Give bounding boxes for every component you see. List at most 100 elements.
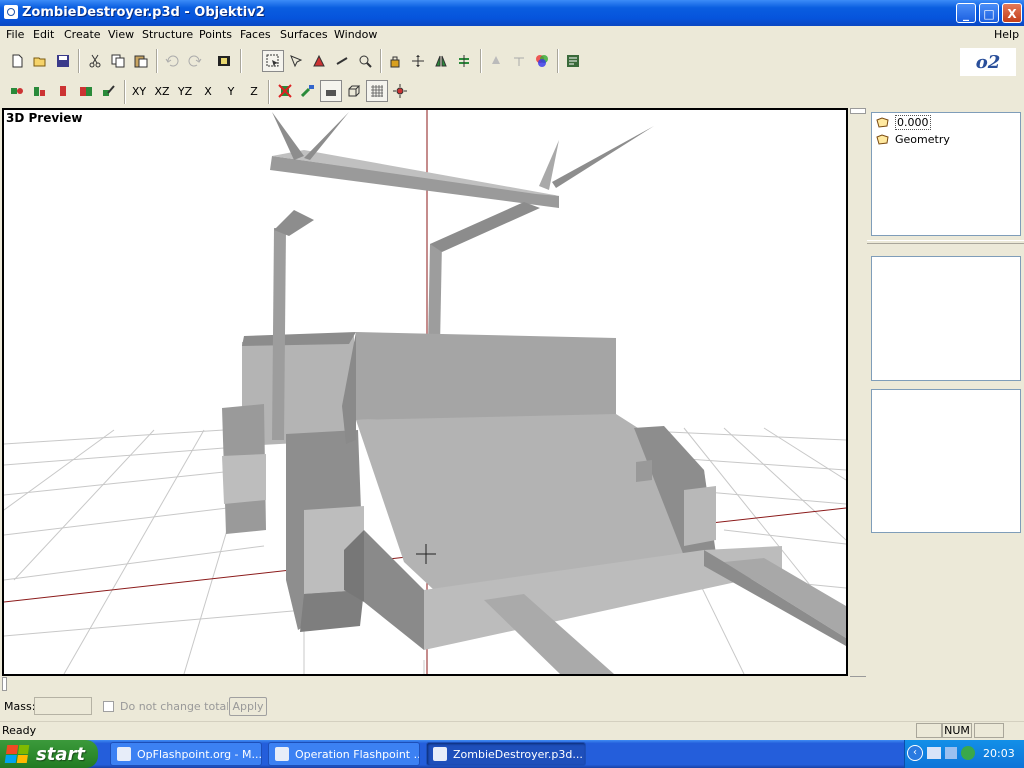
menu-edit[interactable]: Edit [33,28,54,41]
lod-red-icon[interactable] [52,80,74,102]
menu-faces[interactable]: Faces [240,28,271,41]
toolbar-separator [268,80,270,104]
taskbar-item[interactable]: OpFlashpoint.org - M... [110,742,262,766]
zoom-icon[interactable] [354,50,376,72]
lod-prev-icon[interactable] [6,80,28,102]
vehicle-model [222,112,846,674]
lod-list-panel: 0.000 Geometry [871,112,1021,236]
main-toolbar [0,46,1024,76]
window-title: ZombieDestroyer.p3d - Objektiv2 [22,5,265,20]
select-faces-icon[interactable] [285,50,307,72]
network-icon[interactable] [927,747,941,759]
taskbar-item-label: Operation Flashpoint ... [295,747,420,761]
lock-icon[interactable] [384,50,406,72]
taskbar-item[interactable]: Operation Flashpoint ... [268,742,420,766]
move-icon[interactable] [407,50,429,72]
panel-splitter[interactable] [867,240,1024,244]
apply-button[interactable]: Apply [229,697,267,716]
menu-file[interactable]: File [6,28,24,41]
save-icon[interactable] [52,50,74,72]
start-label: start [36,743,85,765]
taskbar-item-active[interactable]: ZombieDestroyer.p3d... [426,742,586,766]
flip-icon[interactable] [453,50,475,72]
toolbar-separator [480,49,482,73]
toolbar-separator [380,49,382,73]
redo-icon[interactable] [184,50,206,72]
3d-preview-viewport[interactable]: 3D Preview [2,108,848,676]
script-icon[interactable] [562,50,584,72]
toolbar-separator [156,49,158,73]
axis-z-button[interactable]: Z [243,80,265,102]
menu-view[interactable]: View [108,28,134,41]
status-pane-caps [916,723,942,738]
start-button[interactable]: start [0,740,98,768]
browser-icon [275,747,289,761]
mass-input[interactable] [34,697,92,715]
vertical-scrollbar[interactable] [850,108,866,692]
hide-icon[interactable] [274,80,296,102]
selection-panel [871,389,1021,533]
gear-icon[interactable] [389,80,411,102]
monitor-icon[interactable] [945,747,957,759]
preview-icon[interactable] [213,50,235,72]
menu-create[interactable]: Create [64,28,101,41]
status-bar: Ready NUM [0,721,1024,740]
menu-help[interactable]: Help [994,28,1019,41]
texture-icon[interactable] [320,80,342,102]
chevron-left-icon[interactable]: ‹ [907,745,923,761]
view-xz-button[interactable]: XZ [151,80,173,102]
lod-edit-icon[interactable] [98,80,120,102]
close-button[interactable]: X [1002,3,1022,23]
cursor-icon[interactable] [297,80,319,102]
lasso-icon[interactable] [331,50,353,72]
pin-icon[interactable] [485,50,507,72]
lod-item-label: Geometry [895,132,950,146]
maximize-button[interactable]: □ [979,3,999,23]
anchor-icon[interactable] [508,50,530,72]
status-num: NUM [942,723,972,738]
browser-icon [117,747,131,761]
mirror-icon[interactable] [430,50,452,72]
menu-points[interactable]: Points [199,28,232,41]
taskbar: start OpFlashpoint.org - M... Operation … [0,740,1024,768]
paint-select-icon[interactable] [308,50,330,72]
user-status-icon[interactable] [961,746,975,760]
menu-structure[interactable]: Structure [142,28,193,41]
cut-icon[interactable] [84,50,106,72]
select-icon[interactable] [262,50,284,72]
axis-y-button[interactable]: Y [220,80,242,102]
axis-x-button[interactable]: X [197,80,219,102]
mass-row: Mass: Do not change total ma Apply [0,696,1024,718]
grid-icon[interactable] [366,80,388,102]
windows-logo-icon [4,745,30,763]
menu-bar: File Edit Create View Structure Points F… [0,26,1024,44]
menu-window[interactable]: Window [334,28,377,41]
horizontal-scrollbar[interactable] [2,677,866,693]
objektiv-icon [433,747,447,761]
mass-label: Mass: [4,700,36,713]
viewport-label: 3D Preview [6,111,83,125]
lod-next-icon[interactable] [29,80,51,102]
title-bar: ZombieDestroyer.p3d - Objektiv2 _ □ X [0,0,1024,26]
do-not-change-mass-checkbox[interactable] [103,701,114,712]
minimize-button[interactable]: _ [956,3,976,23]
toolbar-separator [557,49,559,73]
copy-icon[interactable] [107,50,129,72]
view-yz-button[interactable]: YZ [174,80,196,102]
lod-item-1[interactable]: Geometry [876,132,950,146]
toolbar-separator [240,49,242,73]
menu-surfaces[interactable]: Surfaces [280,28,328,41]
view-xy-button[interactable]: XY [128,80,150,102]
cube-icon[interactable] [343,80,365,102]
color-wheel-icon[interactable] [531,50,553,72]
open-folder-icon[interactable] [29,50,51,72]
app-icon[interactable] [4,5,18,19]
undo-icon[interactable] [161,50,183,72]
status-text: Ready [2,724,37,737]
lod-cubes-icon[interactable] [75,80,97,102]
toolbar-separator [78,49,80,73]
paste-icon[interactable] [130,50,152,72]
do-not-change-mass-label: Do not change total ma [120,700,228,713]
new-file-icon[interactable] [6,50,28,72]
lod-item-0[interactable]: 0.000 [876,114,931,130]
